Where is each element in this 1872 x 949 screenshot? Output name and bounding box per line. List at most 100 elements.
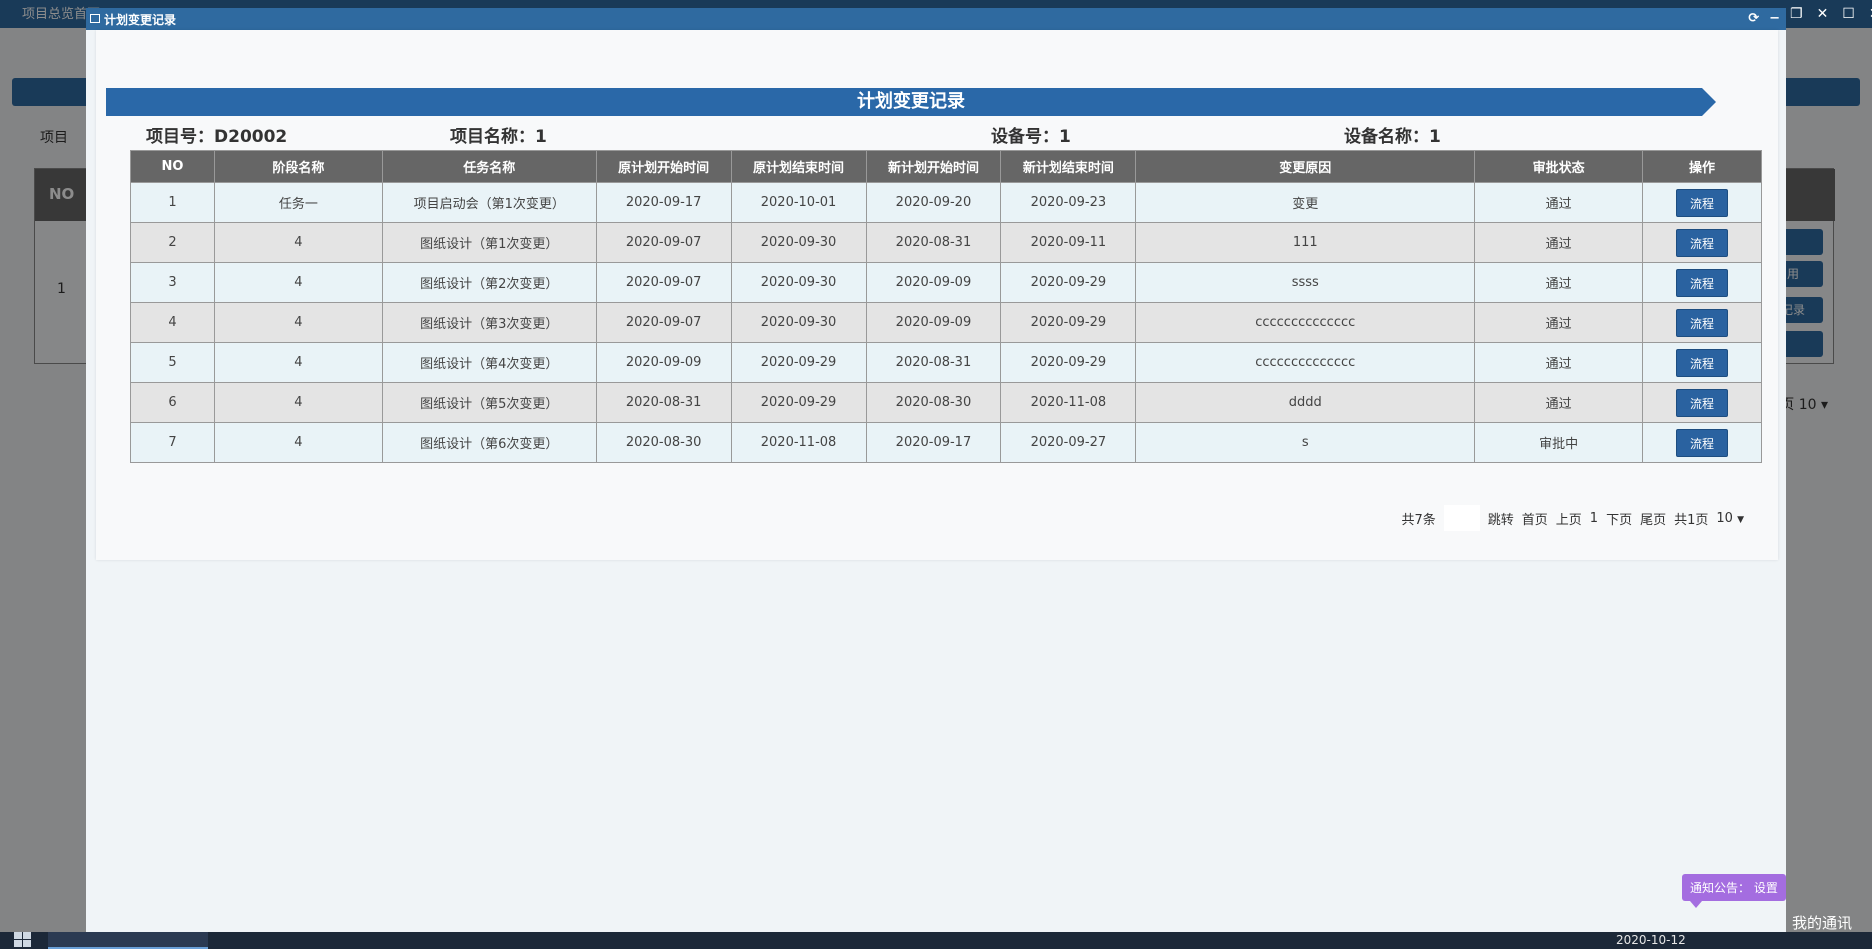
cell-stage: 任务一 [213,182,383,223]
column-header: 新计划开始时间 [865,150,1002,183]
cell-reason: cccccccccccccc [1135,342,1476,383]
pager-total: 共7条 [1401,512,1436,528]
cell-new-end: 2020-09-27 [1000,422,1137,463]
cell-reason: s [1135,422,1476,463]
cell-no: 1 [130,182,215,223]
chevron-down-icon: ▼ [1737,514,1744,525]
table-row: 1 任务一 项目启动会（第1次变更） 2020-09-17 2020-10-01… [130,182,1762,223]
window-icon [90,14,100,23]
cell-new-start: 2020-09-17 [865,422,1002,463]
column-header: 原计划结束时间 [730,150,867,183]
cell-task: 图纸设计（第6次变更） [381,422,597,463]
page-size-value: 10 [1716,510,1733,526]
content-panel: 计划变更记录 项目号：D20002 项目名称：1 设备号：1 设备名称：1 NO… [96,30,1778,560]
cell-status: 通过 [1474,262,1644,303]
cell-orig-end: 2020-09-30 [730,302,867,343]
cell-reason: 111 [1135,222,1476,263]
cell-task: 图纸设计（第2次变更） [381,262,597,303]
project-name: 项目名称：1 [450,127,547,147]
minimize-icon[interactable]: − [1769,10,1780,28]
flow-button[interactable]: 流程 [1676,348,1728,377]
cell-stage: 4 [213,302,383,343]
change-record-modal: 计划变更记录 ⟳ − 计划变更记录 项目号：D20002 项目名称：1 设备号：… [86,8,1786,932]
cell-action: 流程 [1642,222,1762,263]
flow-button[interactable]: 流程 [1676,388,1728,417]
column-header: 审批状态 [1474,150,1644,183]
column-header: 原计划开始时间 [595,150,732,183]
cell-stage: 4 [213,262,383,303]
cell-task: 项目启动会（第1次变更） [381,182,597,223]
page-size-select[interactable]: 10 ▼ [1716,511,1744,526]
change-record-table: NO 阶段名称 任务名称 原计划开始时间 原计划结束时间 新计划开始时间 新计划… [130,150,1762,463]
cell-orig-start: 2020-08-31 [595,382,732,423]
pager-first-button[interactable]: 首页 [1522,509,1548,528]
taskbar-date: 2020-10-12 [1616,933,1686,947]
cell-action: 流程 [1642,302,1762,343]
banner-title: 计划变更记录 [857,91,965,112]
cell-orig-end: 2020-09-29 [730,382,867,423]
device-name: 设备名称：1 [1344,127,1441,147]
modal-title: 计划变更记录 [104,13,177,27]
cell-no: 3 [130,262,215,303]
cell-task: 图纸设计（第1次变更） [381,222,597,263]
flow-button[interactable]: 流程 [1676,428,1728,457]
cell-stage: 4 [213,342,383,383]
cell-status: 通过 [1474,342,1644,383]
cell-action: 流程 [1642,342,1762,383]
table-row: 3 4 图纸设计（第2次变更） 2020-09-07 2020-09-30 20… [130,262,1762,303]
table-row: 7 4 图纸设计（第6次变更） 2020-08-30 2020-11-08 20… [130,422,1762,463]
table-row: 2 4 图纸设计（第1次变更） 2020-09-07 2020-09-30 20… [130,222,1762,263]
flow-button[interactable]: 流程 [1676,268,1728,297]
close-icon[interactable]: ✕ [1817,6,1829,22]
cell-new-end: 2020-09-23 [1000,182,1137,223]
windows-start-icon[interactable] [14,932,32,949]
cell-orig-start: 2020-09-09 [595,342,732,383]
project-no: 项目号：D20002 [146,127,288,147]
table-row: 4 4 图纸设计（第3次变更） 2020-09-07 2020-09-30 20… [130,302,1762,343]
notice-bubble[interactable]: 通知公告： 设置 [1682,874,1786,908]
cell-reason: 变更 [1135,182,1476,223]
taskbar-app-button[interactable] [48,932,208,949]
outer-window-controls: ❐ ✕ ☐ ✕ [1790,6,1872,22]
restore-icon[interactable]: ❐ [1790,6,1803,22]
cell-orig-end: 2020-11-08 [730,422,867,463]
cell-orig-end: 2020-10-01 [730,182,867,223]
maximize-icon[interactable]: ☐ [1842,6,1855,22]
page-jump-input[interactable] [1443,505,1480,531]
cell-action: 流程 [1642,262,1762,303]
my-messages-link[interactable]: 我的通讯 [1792,912,1852,933]
cell-new-end: 2020-09-29 [1000,342,1137,383]
cell-orig-start: 2020-08-30 [595,422,732,463]
flow-button[interactable]: 流程 [1676,308,1728,337]
cell-status: 通过 [1474,382,1644,423]
pager-prev-button[interactable]: 上页 [1556,509,1582,528]
refresh-icon[interactable]: ⟳ [1748,10,1759,28]
cell-new-start: 2020-08-30 [865,382,1002,423]
column-header: 新计划结束时间 [1000,150,1137,183]
cell-reason: ssss [1135,262,1476,303]
cell-orig-start: 2020-09-17 [595,182,732,223]
pagination: 共7条 跳转 首页 上页 1 下页 尾页 共1页 10 ▼ [1401,505,1744,531]
cell-orig-end: 2020-09-30 [730,222,867,263]
column-header: 任务名称 [381,150,597,183]
cell-new-end: 2020-09-11 [1000,222,1137,263]
pager-jump-button[interactable]: 跳转 [1488,509,1514,528]
cell-new-end: 2020-09-29 [1000,302,1137,343]
modal-window-controls: ⟳ − [1748,10,1780,28]
cell-orig-start: 2020-09-07 [595,222,732,263]
cell-status: 审批中 [1474,422,1644,463]
modal-titlebar: 计划变更记录 ⟳ − [86,8,1786,30]
cell-no: 5 [130,342,215,383]
flow-button[interactable]: 流程 [1676,228,1728,257]
banner: 计划变更记录 [106,88,1716,116]
flow-button[interactable]: 流程 [1676,188,1728,217]
cell-reason: cccccccccccccc [1135,302,1476,343]
cell-task: 图纸设计（第5次变更） [381,382,597,423]
cell-no: 4 [130,302,215,343]
pager-last-button[interactable]: 尾页 [1640,509,1666,528]
pager-next-button[interactable]: 下页 [1606,509,1632,528]
cell-action: 流程 [1642,382,1762,423]
cell-stage: 4 [213,222,383,263]
cell-status: 通过 [1474,222,1644,263]
cell-reason: dddd [1135,382,1476,423]
